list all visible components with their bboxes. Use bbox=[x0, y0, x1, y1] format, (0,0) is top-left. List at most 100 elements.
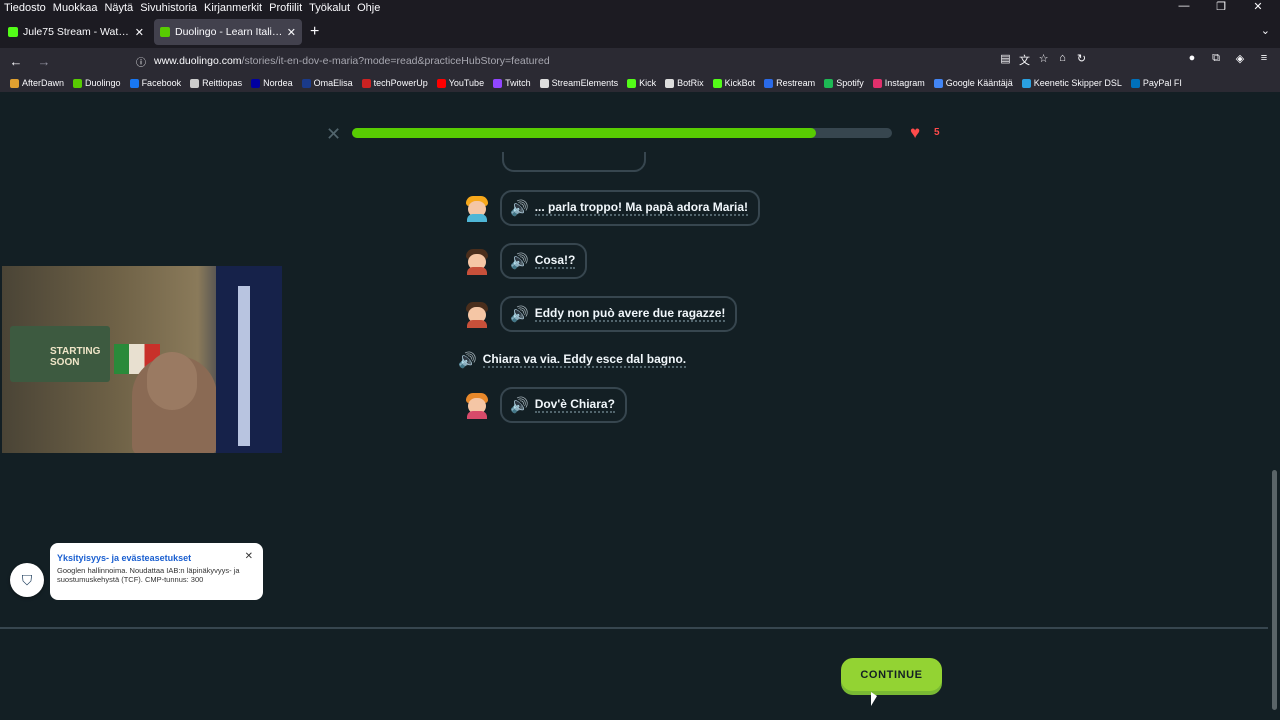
app-menu-icon[interactable]: ≡ bbox=[1252, 52, 1276, 65]
bookmark-favicon-icon bbox=[627, 78, 637, 88]
reader-view-icon[interactable]: ▤ bbox=[996, 52, 1015, 68]
bookmark-label: Keenetic Skipper DSL bbox=[1033, 78, 1122, 88]
privacy-shield-icon[interactable]: ⛉ bbox=[10, 563, 44, 597]
bookmark-item[interactable]: AfterDawn bbox=[10, 78, 64, 88]
line-text[interactable]: Eddy non può avere due ragazze! bbox=[534, 306, 726, 322]
close-tab-icon[interactable]: ✕ bbox=[135, 26, 144, 39]
page-scrollbar[interactable] bbox=[1272, 470, 1277, 710]
bookmark-item[interactable]: Twitch bbox=[493, 78, 531, 88]
menu-item-history[interactable]: Sivuhistoria bbox=[140, 2, 197, 14]
shield-extension-icon[interactable]: ◈ bbox=[1228, 52, 1252, 65]
tab-kick-stream[interactable]: Jule75 Stream - Watch Live on K ✕ bbox=[2, 19, 150, 45]
menu-item-view[interactable]: Näytä bbox=[104, 2, 133, 14]
speaker-audio-icon[interactable]: 🔊 bbox=[510, 252, 529, 270]
close-window-icon[interactable]: ✕ bbox=[1243, 0, 1273, 16]
speaker-audio-icon[interactable]: 🔊 bbox=[510, 305, 529, 323]
mouse-cursor bbox=[871, 692, 877, 706]
story-line: 🔊 Cosa!? bbox=[463, 243, 588, 279]
extensions-icon[interactable]: ⧉ bbox=[1204, 52, 1228, 65]
bookmark-label: KickBot bbox=[724, 78, 756, 88]
bookmark-item[interactable]: BotRix bbox=[665, 78, 704, 88]
line-text[interactable]: ... parla troppo! Ma papà adora Maria! bbox=[534, 200, 749, 216]
account-icon[interactable]: ● bbox=[1180, 52, 1204, 65]
story-line: 🔊 ... parla troppo! Ma papà adora Maria! bbox=[463, 190, 761, 226]
bookmark-item[interactable]: Duolingo bbox=[73, 78, 121, 88]
translate-icon[interactable]: 文 bbox=[1015, 52, 1034, 68]
menu-bar: Tiedosto Muokkaa Näytä Sivuhistoria Kirj… bbox=[0, 0, 1280, 16]
bookmark-item[interactable]: Nordea bbox=[251, 78, 293, 88]
lesson-progress-fill bbox=[352, 128, 817, 138]
restore-icon[interactable]: ❐ bbox=[1206, 0, 1236, 16]
heart-icon: ♥ bbox=[910, 123, 921, 142]
site-info-icon[interactable]: ⓘ bbox=[136, 54, 146, 69]
bookmarks-toolbar: AfterDawn Duolingo Facebook Reittiopas Norde… bbox=[0, 74, 1280, 92]
bookmark-item[interactable]: OmaElisa bbox=[301, 78, 353, 88]
menu-item-profiles[interactable]: Profiilit bbox=[269, 2, 302, 14]
bookmark-label: Instagram bbox=[884, 78, 925, 88]
bookmark-item[interactable]: Kick bbox=[627, 78, 656, 88]
speaker-audio-icon[interactable]: 🔊 bbox=[510, 199, 529, 217]
window-controls: — ❐ ✕ bbox=[1169, 0, 1280, 16]
bookmark-item[interactable]: YouTube bbox=[436, 78, 485, 88]
cookie-notice-title[interactable]: Yksityisyys- ja evästeasetukset bbox=[57, 553, 191, 563]
close-icon[interactable]: ✕ bbox=[245, 551, 253, 562]
chiara-avatar bbox=[463, 300, 491, 328]
line-text[interactable]: Cosa!? bbox=[534, 253, 576, 269]
bookmark-label: Restream bbox=[776, 78, 816, 88]
narration-text[interactable]: Chiara va via. Eddy esce dal bagno. bbox=[482, 352, 687, 368]
tab-duolingo[interactable]: Duolingo - Learn Italian with les ✕ bbox=[154, 19, 302, 45]
hearts-count: 5 bbox=[934, 127, 940, 138]
menu-item-tools[interactable]: Työkalut bbox=[309, 2, 350, 14]
window-light bbox=[238, 286, 250, 446]
minimize-icon[interactable]: — bbox=[1169, 0, 1199, 16]
close-lesson-icon[interactable]: ✕ bbox=[326, 124, 341, 145]
bookmark-item[interactable]: Facebook bbox=[129, 78, 182, 88]
menu-item-help[interactable]: Ohje bbox=[357, 2, 380, 14]
bookmark-favicon-icon bbox=[301, 78, 311, 88]
menu-item-bookmarks[interactable]: Kirjanmerkit bbox=[204, 2, 262, 14]
bookmark-favicon-icon bbox=[361, 78, 371, 88]
bookmark-item[interactable]: Spotify bbox=[824, 78, 864, 88]
speaker-audio-icon[interactable]: 🔊 bbox=[458, 351, 477, 369]
bookmark-star-icon[interactable]: ☆ bbox=[1034, 52, 1053, 68]
bookmark-item[interactable]: Reittiopas bbox=[190, 78, 242, 88]
bookmark-item[interactable]: PayPal FI bbox=[1130, 78, 1182, 88]
forward-icon[interactable]: → bbox=[32, 54, 56, 69]
list-tabs-icon[interactable]: ⌄ bbox=[1261, 24, 1270, 37]
address-bar-actions: ▤ 文 ☆ ⌂ ↻ bbox=[996, 52, 1091, 68]
bookmark-label: Kick bbox=[639, 78, 657, 88]
bookmark-item[interactable]: StreamElements bbox=[539, 78, 618, 88]
bookmark-favicon-icon bbox=[129, 78, 139, 88]
bookmark-favicon-icon bbox=[764, 78, 774, 88]
bookmark-favicon-icon bbox=[10, 78, 19, 88]
bookmark-favicon-icon bbox=[73, 78, 83, 88]
bookmark-item[interactable]: Google Kääntäjä bbox=[933, 78, 1013, 88]
tab-title: Jule75 Stream - Watch Live on K bbox=[23, 26, 131, 38]
bookmark-label: YouTube bbox=[448, 78, 485, 88]
bookmark-item[interactable]: Restream bbox=[764, 78, 815, 88]
speech-bubble: 🔊 ... parla troppo! Ma papà adora Maria! bbox=[500, 190, 761, 226]
bookmark-item[interactable]: KickBot bbox=[712, 78, 756, 88]
close-tab-icon[interactable]: ✕ bbox=[287, 26, 296, 39]
bookmark-label: Reittiopas bbox=[202, 78, 243, 88]
speaker-audio-icon[interactable]: 🔊 bbox=[510, 396, 529, 414]
line-text[interactable]: Dov'è Chiara? bbox=[534, 397, 615, 413]
back-icon[interactable]: ← bbox=[4, 54, 28, 69]
bookmark-favicon-icon bbox=[436, 78, 446, 88]
bookmark-item[interactable]: Keenetic Skipper DSL bbox=[1021, 78, 1122, 88]
continue-button[interactable]: CONTINUE bbox=[841, 658, 942, 691]
bookmark-favicon-icon bbox=[1130, 78, 1140, 88]
url-path: /stories/it-en-dov-e-maria?mode=read&pra… bbox=[241, 55, 550, 67]
reload-icon[interactable]: ↻ bbox=[1072, 52, 1091, 68]
new-tab-icon[interactable]: + bbox=[310, 23, 319, 41]
lesson-progress-bar bbox=[352, 128, 892, 138]
bookmark-item[interactable]: Instagram bbox=[872, 78, 925, 88]
bookmark-label: Nordea bbox=[263, 78, 293, 88]
home-icon[interactable]: ⌂ bbox=[1053, 52, 1072, 68]
bookmark-item[interactable]: techPowerUp bbox=[361, 78, 428, 88]
bookmark-label: Facebook bbox=[141, 78, 182, 88]
menu-item-edit[interactable]: Muokkaa bbox=[53, 2, 98, 14]
address-bar[interactable]: ⓘ www.duolingo.com /stories/it-en-dov-e-… bbox=[130, 50, 1100, 72]
menu-item-file[interactable]: Tiedosto bbox=[4, 2, 46, 14]
tab-title: Duolingo - Learn Italian with les bbox=[175, 26, 283, 38]
